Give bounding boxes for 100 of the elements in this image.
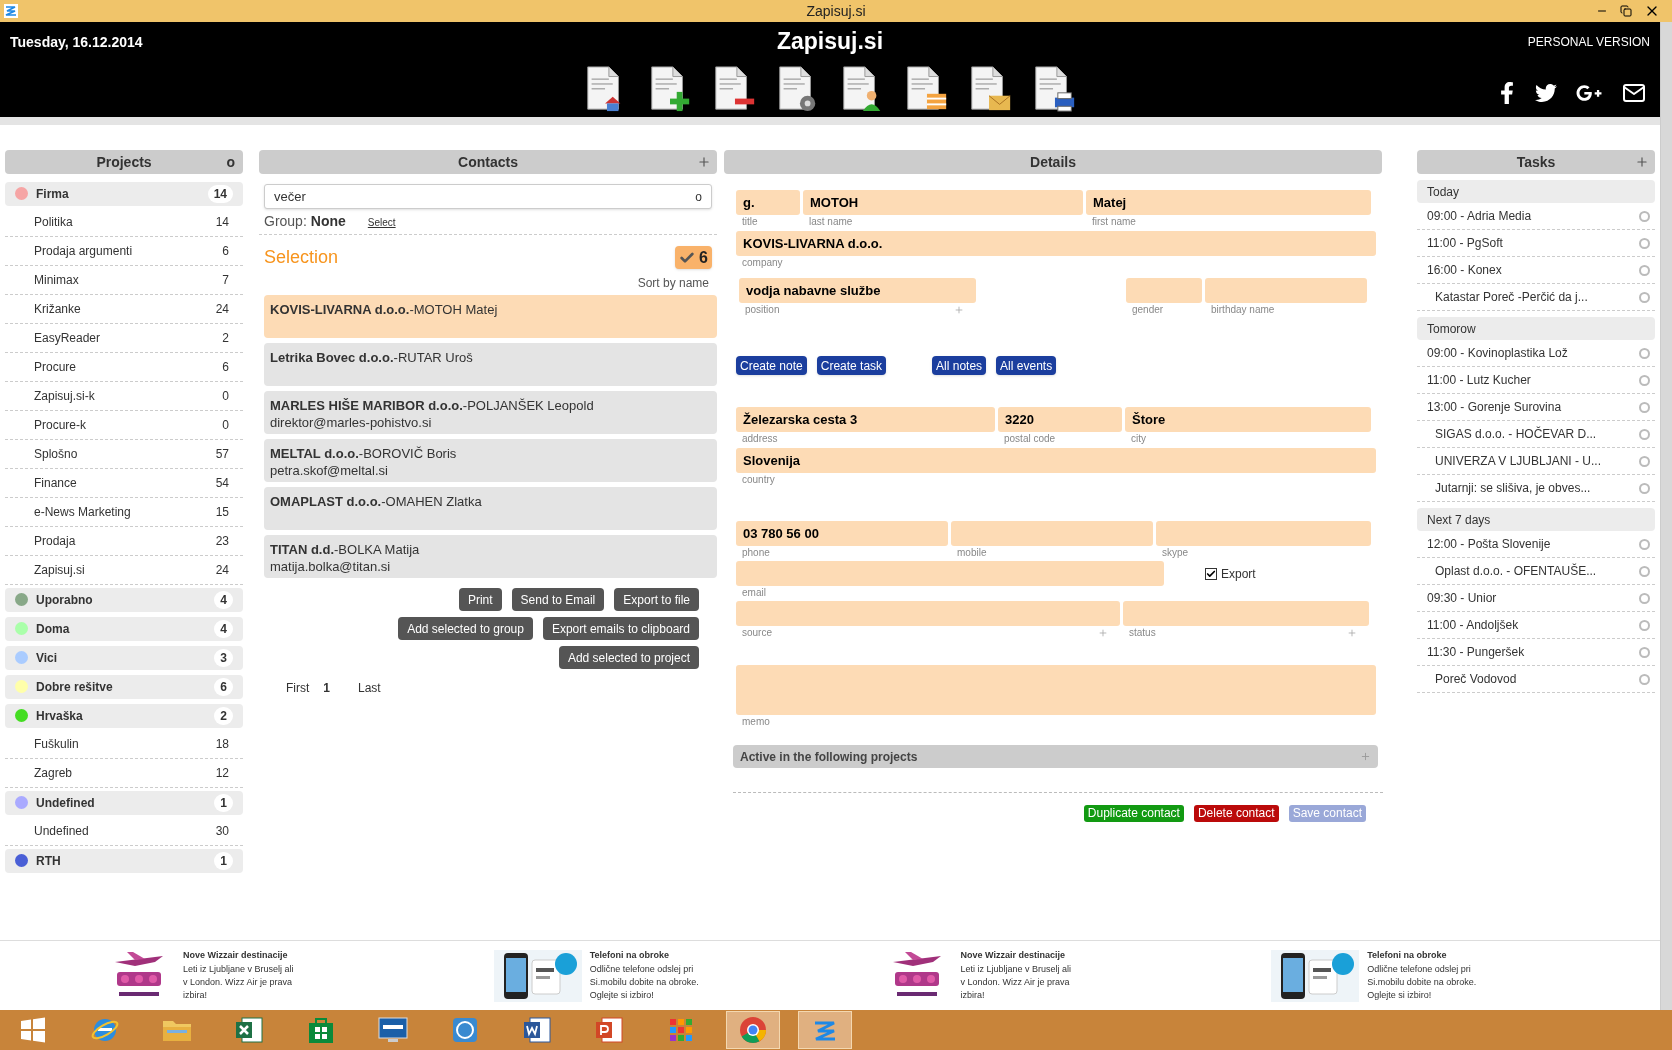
project-group[interactable]: Dobre rešitve 6 xyxy=(5,674,243,699)
contact-card[interactable]: Letrika Bovec d.o.o.-RUTAR Uroš xyxy=(264,343,717,386)
project-item[interactable]: Zapisuj.si 24 xyxy=(5,556,243,585)
contact-card[interactable]: TITAN d.d.-BOLKA Matija matija.bolka@titan.si xyxy=(264,535,717,578)
text-field[interactable]: Štore xyxy=(1125,407,1371,432)
project-item[interactable]: Križanke 24 xyxy=(5,295,243,324)
windows-logo-icon[interactable] xyxy=(19,1016,47,1044)
action-button[interactable]: Add selected to project xyxy=(558,646,699,669)
project-group[interactable]: Doma 4 xyxy=(5,616,243,641)
project-item[interactable]: Procure 6 xyxy=(5,353,243,382)
project-group[interactable]: Firma 14 xyxy=(5,181,243,206)
text-field[interactable]: 03 780 56 00 xyxy=(736,521,948,546)
add-icon[interactable] xyxy=(1635,155,1649,169)
mail-icon[interactable] xyxy=(1620,81,1648,105)
collapse-toggle[interactable]: o xyxy=(226,151,235,173)
text-field[interactable]: Matej xyxy=(1086,190,1371,215)
task-item[interactable]: 09:00 - Kovinoplastika Lož xyxy=(1417,340,1655,367)
task-item[interactable]: 11:00 - PgSoft xyxy=(1417,230,1655,257)
add-icon[interactable] xyxy=(1098,628,1108,638)
add-icon[interactable] xyxy=(1347,628,1357,638)
text-field[interactable]: vodja nabavne službe xyxy=(739,278,976,303)
taskbar-button[interactable] xyxy=(726,1011,780,1049)
text-field[interactable]: 3220 xyxy=(998,407,1122,432)
text-field[interactable] xyxy=(736,601,1120,626)
search-field[interactable]: večer o xyxy=(264,184,712,209)
spreadsheet-icon[interactable] xyxy=(234,1015,264,1045)
project-group[interactable]: RTH 1 xyxy=(5,848,243,873)
project-group[interactable]: Uporabno 4 xyxy=(5,587,243,612)
task-item[interactable]: 11:00 - Andoljšek xyxy=(1417,612,1655,639)
add-icon[interactable] xyxy=(1360,751,1371,762)
action-button[interactable]: Export to file xyxy=(614,588,699,611)
bird-icon[interactable] xyxy=(1534,82,1558,104)
project-item[interactable]: Procure-k 0 xyxy=(5,411,243,440)
chip-icon[interactable] xyxy=(450,1015,480,1045)
selection-count-badge[interactable]: 6 xyxy=(675,246,712,269)
project-group[interactable]: Vici 3 xyxy=(5,645,243,670)
task-item[interactable]: 16:00 - Konex xyxy=(1417,257,1655,284)
task-item[interactable]: Oplast d.o.o. - OFENTAUŠE... xyxy=(1417,558,1655,585)
project-item[interactable]: Prodaja argumenti 6 xyxy=(5,237,243,266)
ad-title[interactable]: Nove Wizzair destinacije xyxy=(183,949,294,963)
project-item[interactable]: Zagreb 12 xyxy=(5,759,243,788)
text-field[interactable]: MOTOH xyxy=(803,190,1083,215)
task-item[interactable]: SIGAS d.o.o. - HOČEVAR D... xyxy=(1417,421,1655,448)
monitor-icon[interactable] xyxy=(377,1015,409,1045)
text-field[interactable] xyxy=(1156,521,1371,546)
project-item[interactable]: Prodaja 23 xyxy=(5,527,243,556)
action-button[interactable]: Delete contact xyxy=(1193,805,1279,822)
project-item[interactable]: Zapisuj.si-k 0 xyxy=(5,382,243,411)
slides-icon[interactable] xyxy=(594,1015,624,1045)
action-button[interactable]: Print xyxy=(458,588,502,611)
page-number[interactable]: 1 xyxy=(323,679,330,697)
ad-title[interactable]: Telefoni na obroke xyxy=(589,949,699,963)
grid-icon[interactable] xyxy=(667,1016,695,1044)
add-icon[interactable] xyxy=(954,305,964,315)
text-field[interactable] xyxy=(1205,278,1367,303)
action-button[interactable]: Export emails to clipboard xyxy=(542,617,699,640)
project-item[interactable]: EasyReader 2 xyxy=(5,324,243,353)
project-item[interactable]: Splošno 57 xyxy=(5,440,243,469)
action-button[interactable]: All notes xyxy=(932,356,987,375)
document-icon[interactable] xyxy=(522,1015,552,1045)
project-item[interactable]: Fuškulin 18 xyxy=(5,730,243,759)
task-item[interactable]: Poreč Vodovod xyxy=(1417,666,1655,693)
restore-icon[interactable] xyxy=(1620,5,1632,17)
text-field[interactable] xyxy=(1126,278,1202,303)
action-button[interactable]: All events xyxy=(996,356,1057,375)
action-button[interactable]: Duplicate contact xyxy=(1083,805,1184,822)
contact-card[interactable]: OMAPLAST d.o.o.-OMAHEN Zlatka xyxy=(264,487,717,530)
text-field[interactable]: Železarska cesta 3 xyxy=(736,407,995,432)
contact-card[interactable]: KOVIS-LIVARNA d.o.o.-MOTOH Matej xyxy=(264,295,717,338)
sort-link[interactable]: Sort by name xyxy=(637,274,709,292)
action-button[interactable]: Create note xyxy=(736,356,807,375)
task-item[interactable]: 12:00 - Pošta Slovenije xyxy=(1417,531,1655,558)
text-field[interactable]: KOVIS-LIVARNA d.o.o. xyxy=(736,231,1376,256)
text-field[interactable] xyxy=(1123,601,1369,626)
text-field[interactable]: Slovenija xyxy=(736,448,1376,473)
action-button[interactable]: Send to Email xyxy=(511,588,605,611)
ad-title[interactable]: Nove Wizzair destinacije xyxy=(960,949,1072,963)
export-checkbox[interactable] xyxy=(1205,567,1217,580)
task-item[interactable]: 11:30 - Pungeršek xyxy=(1417,639,1655,666)
task-item[interactable]: Jutarnji: se slišiva, je obves... xyxy=(1417,475,1655,502)
text-field[interactable] xyxy=(951,521,1153,546)
add-icon[interactable] xyxy=(697,155,711,169)
projects-bar[interactable]: Active in the following projects xyxy=(733,745,1378,768)
shopping-bag-icon[interactable] xyxy=(306,1015,336,1045)
select-link[interactable]: Select xyxy=(367,215,396,230)
text-field[interactable]: g. xyxy=(736,190,800,215)
project-group[interactable]: Hrvaška 2 xyxy=(5,703,243,728)
task-item[interactable]: 09:00 - Adria Media xyxy=(1417,203,1655,230)
task-item[interactable]: 11:00 - Lutz Kucher xyxy=(1417,367,1655,394)
task-item[interactable]: 09:30 - Unior xyxy=(1417,585,1655,612)
scrollbar[interactable] xyxy=(1660,22,1672,1010)
project-item[interactable]: Undefined 30 xyxy=(5,817,243,846)
text-field[interactable] xyxy=(736,665,1376,715)
action-button[interactable]: Add selected to group xyxy=(398,617,533,640)
project-item[interactable]: Finance 54 xyxy=(5,469,243,498)
ad-title[interactable]: Telefoni na obroke xyxy=(1367,949,1477,963)
project-group[interactable]: Undefined 1 xyxy=(5,790,243,815)
last-page-link[interactable]: Last xyxy=(358,679,381,697)
project-item[interactable]: Politika 14 xyxy=(5,208,243,237)
google-plus-icon[interactable] xyxy=(1576,82,1602,104)
